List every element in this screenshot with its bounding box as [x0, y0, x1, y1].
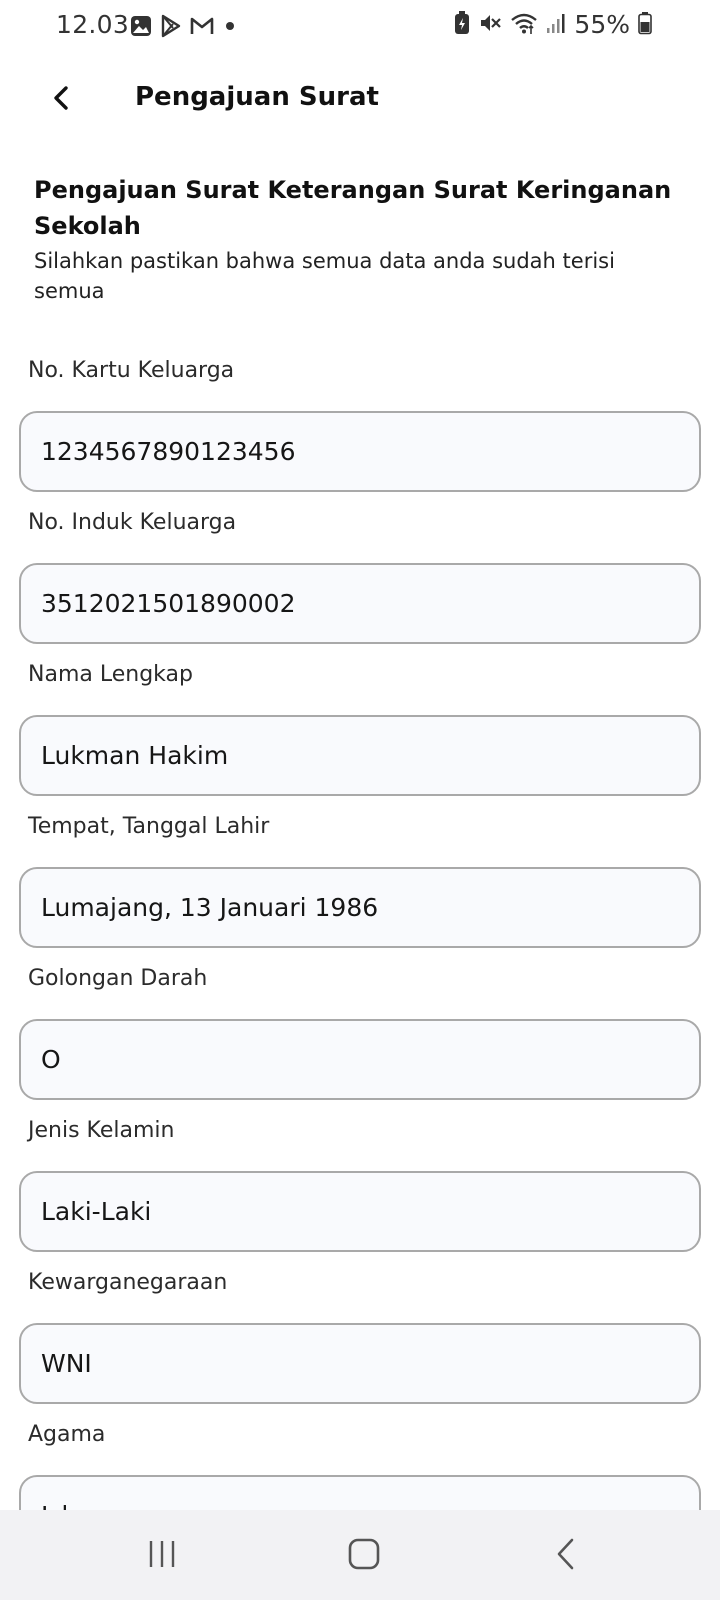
gallery-icon [130, 15, 152, 41]
field-kewarganegaraan: Kewarganegaraan [19, 1270, 701, 1422]
form-header: Pengajuan Surat Keterangan Surat Keringa… [34, 172, 674, 306]
field-label: Jenis Kelamin [28, 1118, 175, 1143]
field-label: Nama Lengkap [28, 662, 193, 687]
mute-icon [478, 11, 502, 39]
signal-icon [546, 12, 566, 38]
field-label: Tempat, Tanggal Lahir [28, 814, 270, 839]
recent-apps-button[interactable] [132, 1534, 192, 1578]
system-nav-bar [0, 1510, 720, 1600]
battery-percent: 55% [574, 10, 630, 39]
field-jenis-kelamin: Jenis Kelamin [19, 1118, 701, 1270]
app-bar: Pengajuan Surat [0, 60, 720, 144]
nama-lengkap-input[interactable] [19, 715, 701, 796]
no-kartu-keluarga-input[interactable] [19, 411, 701, 492]
wifi-icon [510, 11, 538, 39]
field-nama-lengkap: Nama Lengkap [19, 662, 701, 814]
battery-saver-icon [454, 10, 470, 39]
field-label: No. Kartu Keluarga [28, 358, 235, 383]
page-title: Pengajuan Surat [135, 82, 379, 112]
play-store-icon [160, 14, 182, 42]
tempat-tanggal-lahir-input[interactable] [19, 867, 701, 948]
jenis-kelamin-input[interactable] [19, 1171, 701, 1252]
form-fields: No. Kartu Keluarga No. Induk Keluarga Na… [19, 358, 701, 1574]
status-right-icons: 55% [454, 10, 652, 39]
field-label: No. Induk Keluarga [28, 510, 237, 535]
battery-icon [638, 11, 652, 39]
no-induk-keluarga-input[interactable] [19, 563, 701, 644]
dot-icon [222, 18, 238, 38]
chevron-left-icon [51, 85, 73, 115]
back-nav-icon [553, 1537, 579, 1575]
nav-back-button[interactable] [536, 1534, 596, 1578]
status-left-icons [130, 14, 238, 42]
status-bar: 12.03 55% [0, 0, 720, 52]
field-no-kartu-keluarga: No. Kartu Keluarga [19, 358, 701, 510]
field-label: Kewarganegaraan [28, 1270, 228, 1295]
status-time: 12.03 [56, 10, 130, 39]
gmail-icon [190, 16, 214, 40]
field-label: Agama [28, 1422, 106, 1447]
field-label: Golongan Darah [28, 966, 208, 991]
golongan-darah-input[interactable] [19, 1019, 701, 1100]
home-icon [347, 1537, 381, 1575]
home-button[interactable] [334, 1534, 394, 1578]
recent-apps-icon [146, 1538, 178, 1574]
field-no-induk-keluarga: No. Induk Keluarga [19, 510, 701, 662]
form-subtitle: Silahkan pastikan bahwa semua data anda … [34, 249, 615, 303]
back-button[interactable] [40, 78, 84, 122]
field-golongan-darah: Golongan Darah [19, 966, 701, 1118]
form-heading: Pengajuan Surat Keterangan Surat Keringa… [34, 176, 672, 240]
field-tempat-tanggal-lahir: Tempat, Tanggal Lahir [19, 814, 701, 966]
kewarganegaraan-input[interactable] [19, 1323, 701, 1404]
